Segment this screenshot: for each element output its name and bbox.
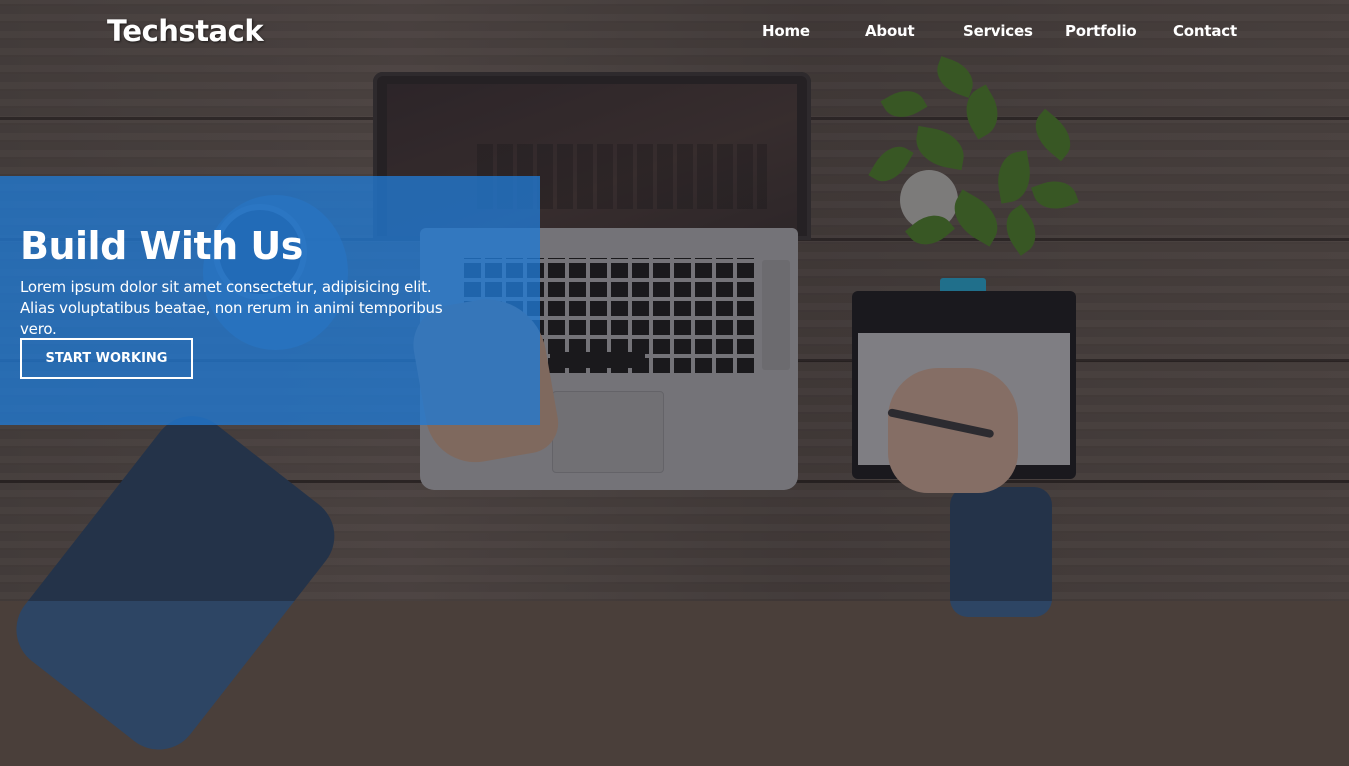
brand-logo[interactable]: Techstack <box>107 14 264 48</box>
start-working-button[interactable]: START WORKING <box>20 338 193 379</box>
hero-description: Lorem ipsum dolor sit amet consectetur, … <box>20 278 443 338</box>
nav-portfolio[interactable]: Portfolio <box>1065 22 1137 40</box>
nav-home[interactable]: Home <box>762 22 810 40</box>
hero-title: Build With Us <box>20 224 303 268</box>
nav-about[interactable]: About <box>865 22 915 40</box>
nav-contact[interactable]: Contact <box>1173 22 1237 40</box>
nav-services[interactable]: Services <box>963 22 1033 40</box>
hero-panel: Build With Us Lorem ipsum dolor sit amet… <box>0 176 540 425</box>
